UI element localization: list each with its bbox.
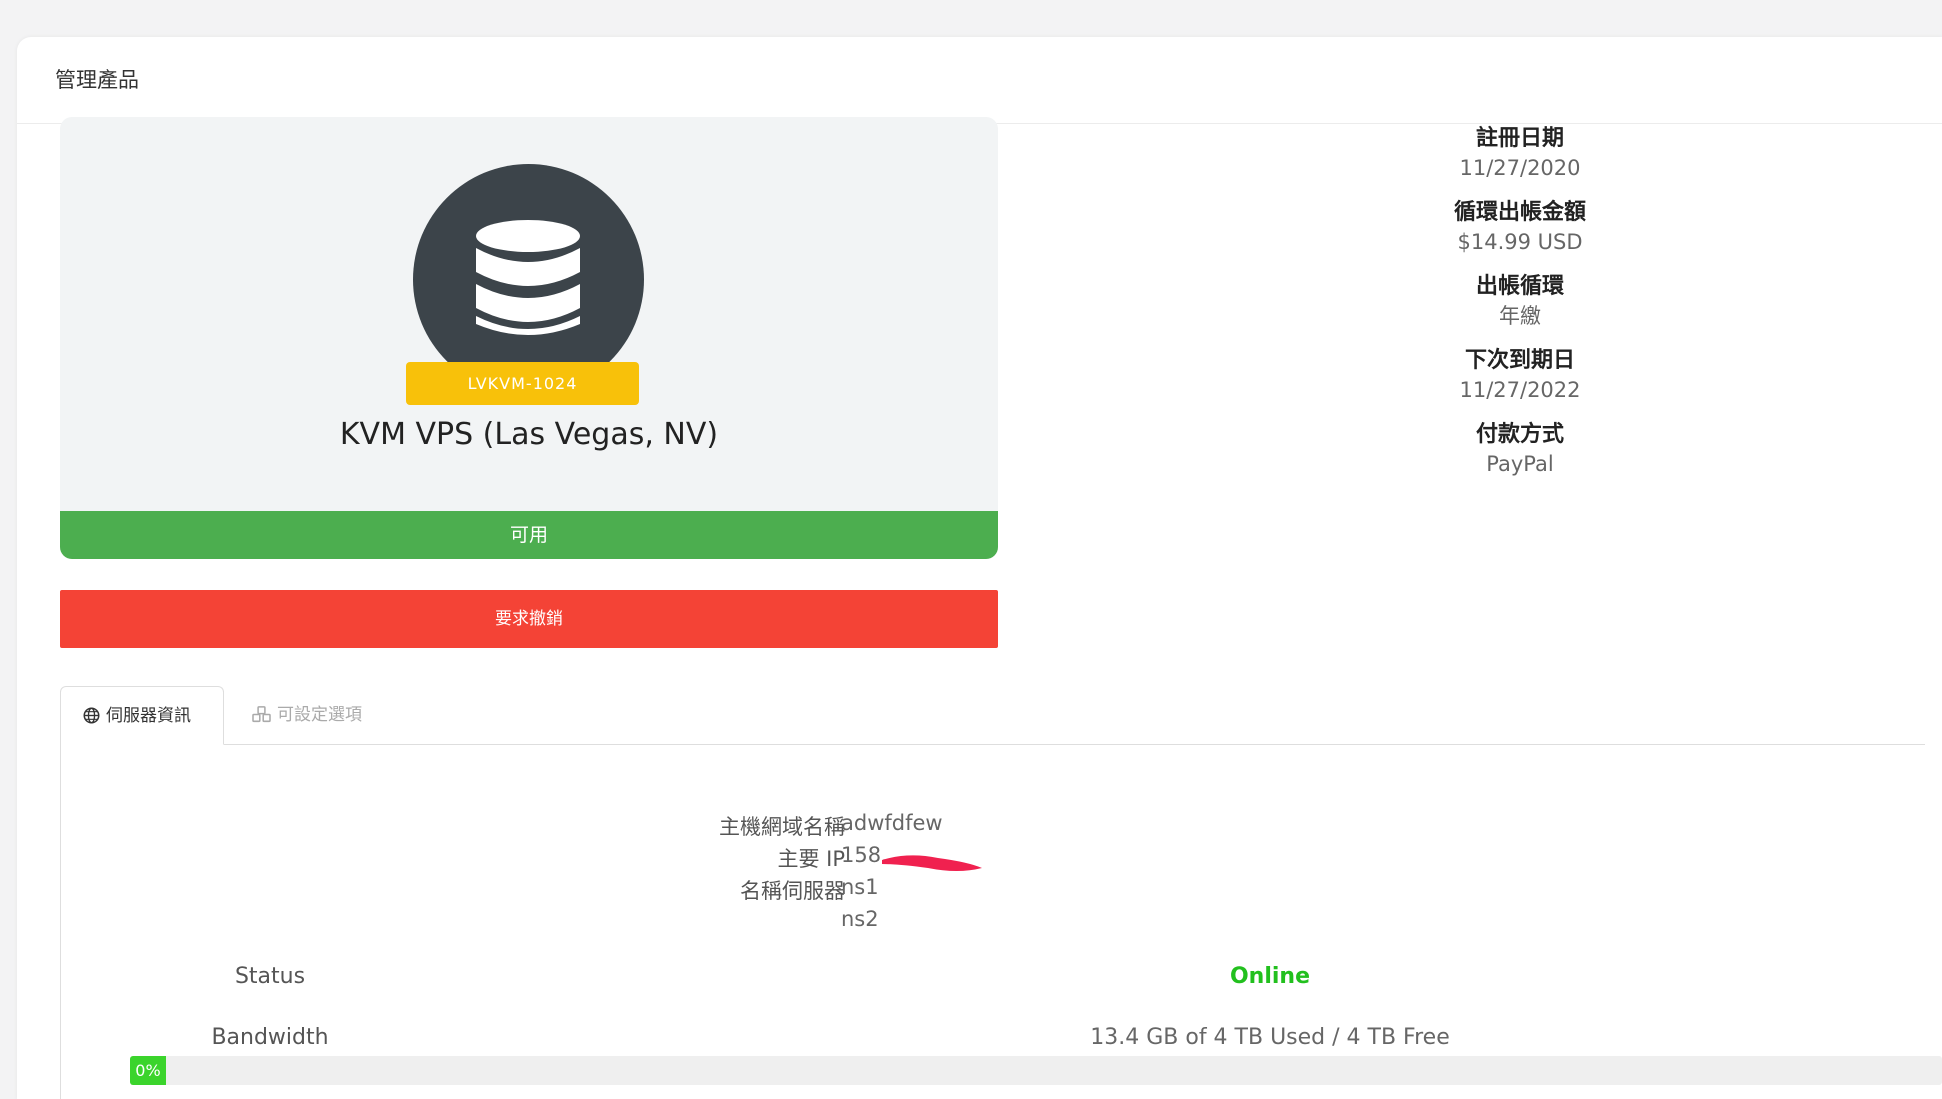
bandwidth-progress-bar: 0% <box>130 1056 1942 1085</box>
cubes-icon <box>252 706 271 723</box>
next-due-date-value: 11/27/2022 <box>1459 378 1581 402</box>
nameserver-2-value: ns2 <box>841 907 879 931</box>
request-cancellation-button[interactable]: 要求撤銷 <box>60 590 998 648</box>
product-panel: LVKVM-1024 KVM VPS (Las Vegas, NV) 可用 <box>60 117 998 559</box>
tab-configurable-options-label: 可設定選項 <box>277 705 362 725</box>
server-status-label: Status <box>234 964 306 989</box>
page-title: 管理產品 <box>55 68 139 92</box>
recurring-amount-value: $14.99 USD <box>1457 230 1583 254</box>
registration-date-value: 11/27/2020 <box>1459 156 1581 180</box>
product-tabs: 伺服器資訊 可設定選項 <box>60 686 1925 745</box>
bandwidth-value: 13.4 GB of 4 TB Used / 4 TB Free <box>1090 1025 1450 1050</box>
tab-server-info[interactable]: 伺服器資訊 <box>60 686 224 745</box>
billing-cycle-label: 出帳循環 <box>1475 274 1564 299</box>
primary-ip-label: 主要 IP <box>777 847 845 871</box>
billing-cycle-value: 年繳 <box>1499 304 1541 328</box>
hostname-label: 主機網域名稱 <box>719 815 845 839</box>
bandwidth-progress-fill: 0% <box>130 1056 166 1085</box>
bandwidth-label: Bandwidth <box>211 1025 329 1050</box>
product-icon-circle <box>413 164 644 395</box>
next-due-date-label: 下次到期日 <box>1464 348 1575 373</box>
database-icon <box>476 220 580 335</box>
billing-info: 註冊日期 11/27/2020 循環出帳金額 $14.99 USD 出帳循環 年… <box>1370 124 1670 494</box>
nameserver-1-value: ns1 <box>841 875 879 899</box>
recurring-amount-label: 循環出帳金額 <box>1453 200 1586 225</box>
card-header: 管理產品 <box>17 37 1942 124</box>
product-status-bar: 可用 <box>60 511 998 559</box>
nameservers-label: 名稱伺服器 <box>740 879 845 903</box>
payment-method-label: 付款方式 <box>1475 422 1564 447</box>
payment-method-value: PayPal <box>1486 452 1554 476</box>
globe-icon <box>83 707 100 724</box>
tab-server-info-label: 伺服器資訊 <box>106 706 191 726</box>
product-name: KVM VPS (Las Vegas, NV) <box>339 417 719 452</box>
server-status-value: Online <box>1229 964 1311 989</box>
registration-date-label: 註冊日期 <box>1475 126 1564 151</box>
redaction-mark <box>882 855 982 871</box>
product-group-badge: LVKVM-1024 <box>406 362 639 405</box>
tab-configurable-options[interactable]: 可設定選項 <box>230 686 410 744</box>
hostname-value: adwfdfew <box>841 811 943 835</box>
